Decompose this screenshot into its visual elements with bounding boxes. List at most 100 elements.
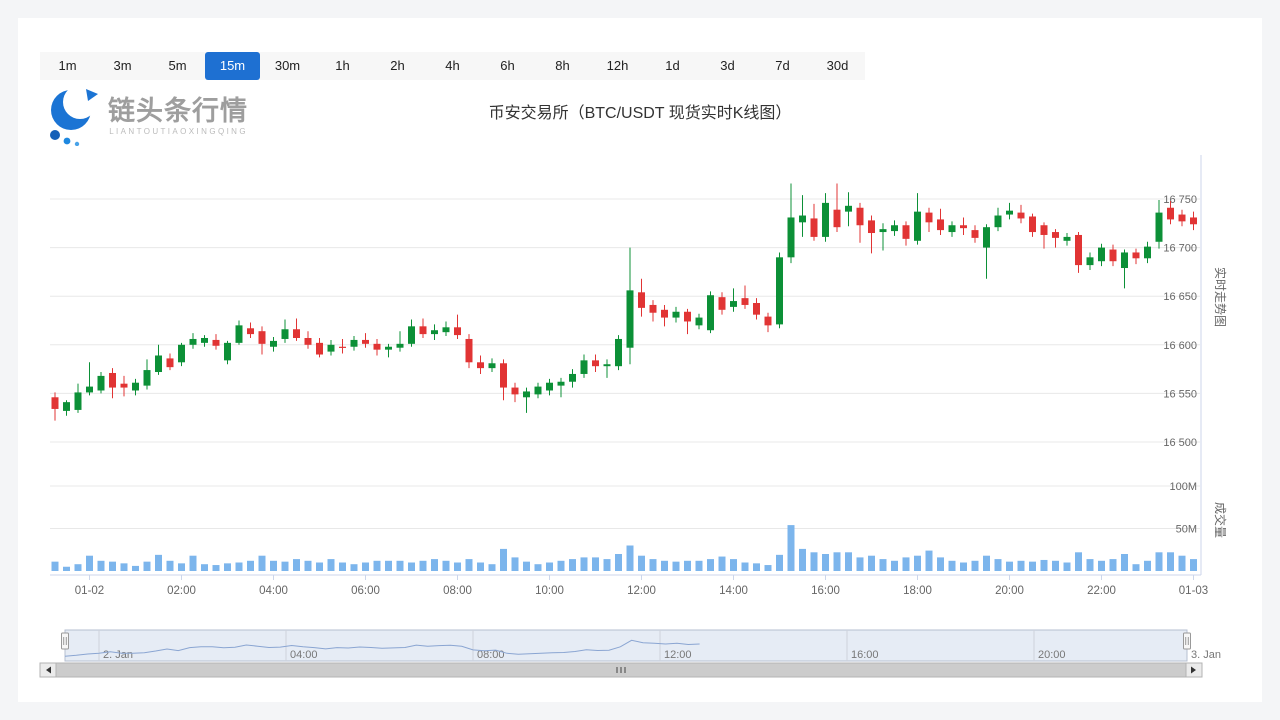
volume-bar[interactable] <box>1018 561 1025 571</box>
volume-bar[interactable] <box>236 563 243 572</box>
volume-bar[interactable] <box>155 555 162 571</box>
range-button-30m[interactable]: 30m <box>260 52 315 80</box>
volume-bar[interactable] <box>776 555 783 571</box>
volume-bar[interactable] <box>316 563 323 572</box>
volume-bar[interactable] <box>834 552 841 571</box>
volume-bar[interactable] <box>132 566 139 571</box>
volume-bar[interactable] <box>1167 552 1174 571</box>
volume-bar[interactable] <box>765 565 772 571</box>
volume-bar[interactable] <box>282 562 289 571</box>
volume-bar[interactable] <box>109 562 116 571</box>
volume-bar[interactable] <box>144 562 151 571</box>
range-button-30d[interactable]: 30d <box>810 52 865 80</box>
volume-bar[interactable] <box>880 559 887 571</box>
volume-bar[interactable] <box>328 559 335 571</box>
volume-bar[interactable] <box>1006 562 1013 571</box>
volume-bar[interactable] <box>351 564 358 571</box>
volume-bar[interactable] <box>362 563 369 572</box>
volume-bar[interactable] <box>305 561 312 571</box>
site-logo[interactable]: 链头条行情 LIANTOUTIAOXINGQING <box>46 88 248 146</box>
scrollbar-right-button[interactable] <box>1186 663 1202 677</box>
volume-bar[interactable] <box>224 563 231 571</box>
volume-bar[interactable] <box>167 561 174 571</box>
volume-bar[interactable] <box>949 561 956 571</box>
volume-bar[interactable] <box>592 557 599 571</box>
candle[interactable] <box>776 252 783 328</box>
volume-bar[interactable] <box>742 563 749 572</box>
volume-bar[interactable] <box>627 546 634 572</box>
volume-bar[interactable] <box>650 559 657 571</box>
volume-bar[interactable] <box>558 561 565 571</box>
volume-bar[interactable] <box>1041 560 1048 571</box>
volume-bar[interactable] <box>845 552 852 571</box>
range-button-1d[interactable]: 1d <box>645 52 700 80</box>
volume-bar[interactable] <box>604 559 611 571</box>
volume-bar[interactable] <box>960 563 967 572</box>
volume-bar[interactable] <box>431 559 438 571</box>
volume-bar[interactable] <box>466 559 473 571</box>
volume-bar[interactable] <box>201 564 208 571</box>
range-button-15m[interactable]: 15m <box>205 52 260 80</box>
volume-bar[interactable] <box>696 561 703 571</box>
volume-bar[interactable] <box>972 561 979 571</box>
volume-bar[interactable] <box>339 563 346 572</box>
volume-bar[interactable] <box>270 561 277 571</box>
range-button-8h[interactable]: 8h <box>535 52 590 80</box>
volume-bar[interactable] <box>799 549 806 571</box>
navigator-handle-right[interactable] <box>1184 633 1191 649</box>
volume-bar[interactable] <box>259 556 266 571</box>
volume-bar[interactable] <box>178 563 185 571</box>
volume-bar[interactable] <box>937 557 944 571</box>
volume-bar[interactable] <box>1144 561 1151 571</box>
volume-bar[interactable] <box>512 557 519 571</box>
volume-bar[interactable] <box>1075 552 1082 571</box>
volume-bar[interactable] <box>1052 561 1059 571</box>
volume-bar[interactable] <box>98 561 105 571</box>
volume-bar[interactable] <box>995 559 1002 571</box>
volume-bar[interactable] <box>581 557 588 571</box>
volume-bar[interactable] <box>730 559 737 571</box>
volume-bar[interactable] <box>293 559 300 571</box>
volume-bar[interactable] <box>788 525 795 571</box>
volume-bar[interactable] <box>1190 559 1197 571</box>
volume-bar[interactable] <box>385 561 392 571</box>
range-button-3m[interactable]: 3m <box>95 52 150 80</box>
volume-bar[interactable] <box>213 565 220 571</box>
volume-bar[interactable] <box>121 563 128 571</box>
volume-bar[interactable] <box>500 549 507 571</box>
volume-bar[interactable] <box>1098 561 1105 571</box>
volume-bar[interactable] <box>190 556 197 571</box>
volume-bar[interactable] <box>397 561 404 571</box>
volume-bar[interactable] <box>1087 559 1094 571</box>
candle[interactable] <box>707 291 714 333</box>
volume-bar[interactable] <box>443 561 450 571</box>
volume-bar[interactable] <box>1179 556 1186 571</box>
volume-bar[interactable] <box>86 556 93 571</box>
volume-bar[interactable] <box>546 563 553 572</box>
volume-bar[interactable] <box>247 561 254 571</box>
volume-bar[interactable] <box>1133 564 1140 571</box>
volume-bar[interactable] <box>1064 563 1071 572</box>
range-button-2h[interactable]: 2h <box>370 52 425 80</box>
volume-bar[interactable] <box>753 563 760 571</box>
volume-bar[interactable] <box>489 564 496 571</box>
volume-bar[interactable] <box>822 554 829 571</box>
volume-bar[interactable] <box>903 557 910 571</box>
scrollbar-left-button[interactable] <box>40 663 56 677</box>
range-button-7d[interactable]: 7d <box>755 52 810 80</box>
volume-bar[interactable] <box>454 563 461 572</box>
volume-bar[interactable] <box>891 561 898 571</box>
volume-bar[interactable] <box>1029 562 1036 571</box>
range-button-12h[interactable]: 12h <box>590 52 645 80</box>
range-button-6h[interactable]: 6h <box>480 52 535 80</box>
plot-area[interactable] <box>50 155 1201 575</box>
range-button-1m[interactable]: 1m <box>40 52 95 80</box>
range-button-5m[interactable]: 5m <box>150 52 205 80</box>
volume-bar[interactable] <box>926 551 933 571</box>
volume-bar[interactable] <box>408 563 415 572</box>
volume-bar[interactable] <box>569 559 576 571</box>
volume-bar[interactable] <box>420 561 427 571</box>
candle[interactable] <box>615 335 622 370</box>
volume-bar[interactable] <box>638 556 645 571</box>
volume-bar[interactable] <box>684 561 691 571</box>
